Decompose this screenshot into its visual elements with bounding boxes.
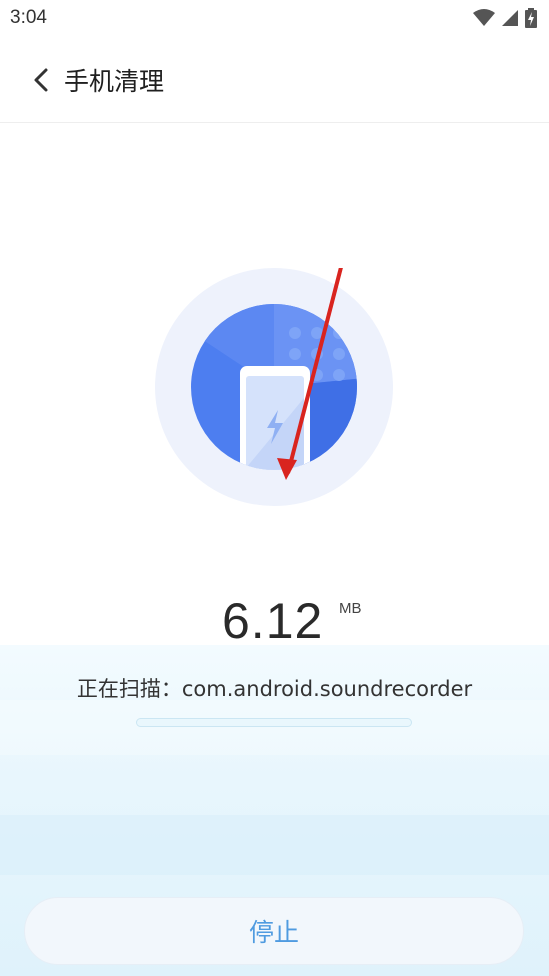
app-bar: 手机清理 [0, 38, 549, 123]
scanning-status-text: 正在扫描：com.android.soundrecorder [76, 677, 473, 701]
wifi-icon [473, 9, 495, 26]
stop-button-label: 停止 [248, 918, 299, 947]
battery-charging-icon [525, 8, 537, 28]
phone-clean-illustration [155, 212, 393, 506]
status-bar: 3:04 [0, 0, 549, 38]
status-icons [473, 8, 537, 28]
signal-icon [502, 10, 518, 26]
scanned-size: 6.12 MB [0, 592, 549, 658]
scan-progress-bar [136, 718, 412, 727]
status-time: 3:04 [10, 7, 47, 28]
scanned-size-unit: MB [339, 600, 362, 617]
back-button[interactable] [30, 64, 54, 96]
scanned-size-value: 6.12 [222, 593, 324, 649]
wave-band [0, 815, 549, 875]
chevron-left-icon [34, 68, 48, 92]
stop-button[interactable]: 停止 [24, 897, 524, 965]
wave-band [0, 700, 549, 755]
page-title: 手机清理 [64, 67, 165, 96]
